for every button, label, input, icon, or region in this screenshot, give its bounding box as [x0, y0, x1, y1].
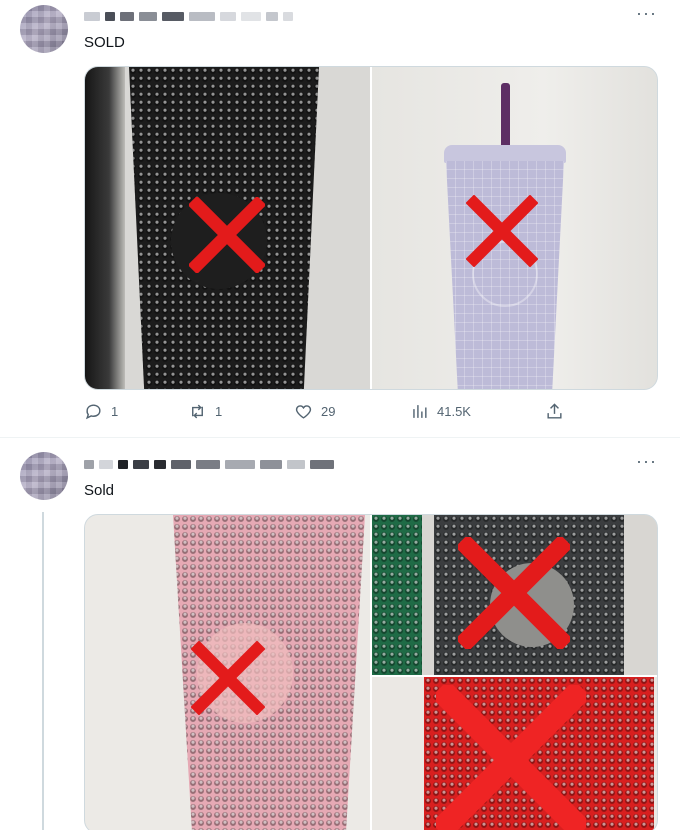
reply-icon — [85, 404, 101, 420]
tweet[interactable]: ··· SOLD 1 1 29 41.5K — [0, 0, 680, 438]
avatar[interactable] — [20, 5, 68, 53]
photo-silver-tumbler[interactable] — [372, 515, 657, 675]
share-icon — [547, 403, 562, 419]
author-name-redacted[interactable] — [84, 10, 293, 22]
photo-lavender-tumbler[interactable] — [372, 67, 657, 389]
tweet-media-grid[interactable] — [84, 514, 658, 830]
reply-button[interactable]: 1 — [84, 402, 118, 421]
tweet-text: SOLD — [84, 34, 125, 51]
retweet-count: 1 — [215, 404, 223, 419]
bar-chart-icon — [413, 405, 427, 418]
author-name-redacted[interactable] — [84, 458, 334, 470]
photo-pink-tumbler[interactable] — [85, 515, 370, 830]
reply-count: 1 — [111, 404, 119, 419]
share-button[interactable] — [545, 402, 564, 421]
red-x-mark-icon — [431, 680, 591, 830]
more-horizontal-icon[interactable]: ··· — [636, 4, 657, 22]
view-count: 41.5K — [437, 404, 471, 419]
tweet[interactable]: ··· Sold — [0, 438, 680, 830]
avatar[interactable] — [20, 452, 68, 500]
red-x-mark-icon — [187, 195, 267, 275]
heart-icon — [295, 405, 312, 419]
tweet-media-grid[interactable] — [84, 66, 658, 390]
red-x-mark-icon — [455, 534, 573, 652]
tweet-text: Sold — [84, 482, 115, 499]
like-count: 29 — [321, 404, 336, 419]
views-button[interactable]: 41.5K — [410, 402, 471, 421]
like-button[interactable]: 29 — [294, 402, 335, 421]
retweet-icon — [192, 404, 203, 419]
retweet-button[interactable]: 1 — [188, 402, 222, 421]
tweet-actions: 1 1 29 41.5K — [84, 402, 574, 426]
more-horizontal-icon[interactable]: ··· — [636, 452, 657, 470]
thread-connector-line — [42, 512, 44, 830]
red-x-mark-icon — [465, 194, 539, 268]
photo-black-tumbler[interactable] — [85, 67, 370, 389]
photo-red-tumbler[interactable] — [372, 677, 657, 830]
red-x-mark-icon — [190, 640, 266, 716]
